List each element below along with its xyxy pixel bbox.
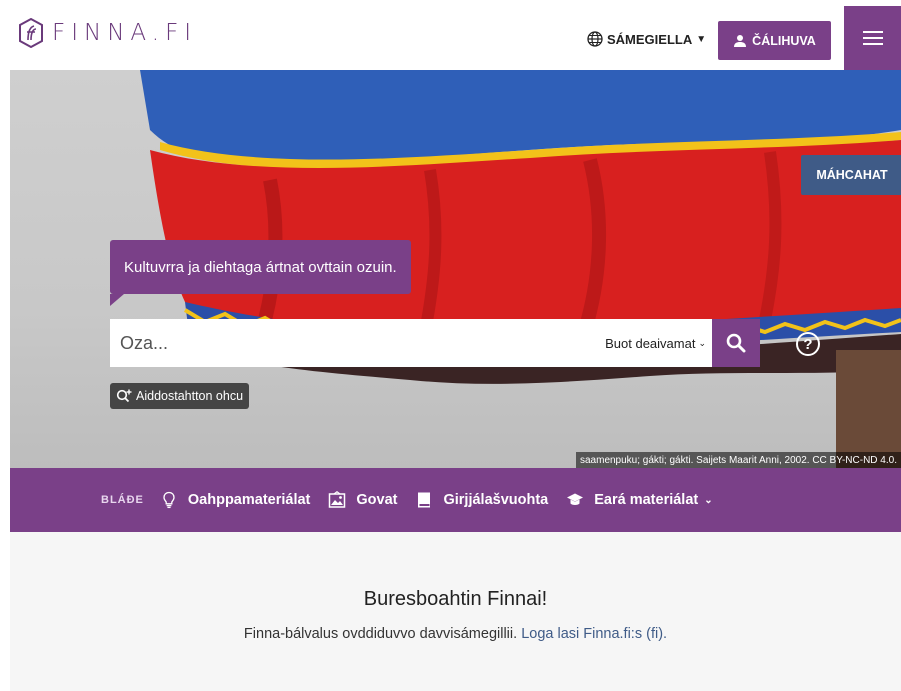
search-icon — [726, 333, 746, 353]
image-credit[interactable]: saamenpuku; gákti; gákti. Saijets Maarit… — [575, 452, 901, 468]
image-icon — [329, 491, 346, 508]
hero-section: MÁHCAHAT Kultuvrra ja diehtaga ártnat ov… — [10, 70, 901, 468]
advanced-search-icon — [116, 389, 132, 403]
read-more-link[interactable]: Loga lasi Finna.fi:s (fi). — [521, 626, 667, 642]
advanced-search-label: Aiddostahtton ohcu — [136, 389, 244, 403]
browse-item-label: Oahppamateriálat — [187, 492, 311, 508]
chevron-down-icon: ⌄ — [698, 337, 706, 348]
browse-item-label: Govat — [356, 492, 398, 508]
search-button[interactable] — [712, 319, 760, 367]
browse-label: BLÁĐE — [101, 494, 144, 506]
search-input[interactable] — [110, 319, 606, 367]
search-help-icon[interactable]: ? — [796, 332, 820, 356]
hamburger-icon — [862, 31, 883, 45]
login-button[interactable]: ČÁLIHUVA — [718, 21, 831, 60]
user-icon — [734, 34, 747, 47]
browse-item-label: Eará materiálat — [594, 492, 699, 508]
browse-item-literature[interactable]: Girjjálašvuohta — [415, 491, 548, 509]
login-label: ČÁLIHUVA — [752, 33, 816, 48]
browse-item-other-materials[interactable]: Eará materiálat ⌄ — [566, 491, 713, 509]
tagline-text: Kultuvrra ja diehtaga ártnat ovttain ozu… — [124, 258, 397, 276]
browse-item-learning-materials[interactable]: Oahppamateriálat — [160, 491, 311, 509]
search-box: Buot deaivamat ⌄ — [110, 319, 712, 367]
search-type-select[interactable]: Buot deaivamat ⌄ — [605, 336, 712, 351]
browse-item-images[interactable]: Govat — [328, 491, 397, 509]
logo-text: FINNA.FI — [52, 20, 198, 46]
graduation-cap-icon — [567, 493, 584, 505]
book-icon — [418, 492, 431, 508]
masterpieces-label: MÁHCAHAT — [816, 168, 888, 182]
finna-logo[interactable]: FINNA.FI — [18, 18, 197, 48]
globe-icon — [587, 31, 603, 47]
site-header: FINNA.FI SÁMEGIELLA ▼ ČÁLIHUVA — [0, 0, 901, 70]
search-type-label: Buot deaivamat — [605, 335, 696, 351]
chevron-down-icon: ▼ — [696, 33, 707, 45]
browse-item-label: Girjjálašvuohta — [443, 492, 549, 508]
chevron-down-icon: ⌄ — [704, 494, 713, 506]
masterpieces-button[interactable]: MÁHCAHAT — [801, 155, 901, 195]
browse-bar: BLÁĐE Oahppamateriálat Govat Girjjálašvu… — [10, 468, 901, 532]
main-menu-button[interactable] — [844, 6, 901, 70]
welcome-title: Buresboahtin Finnai! — [363, 588, 548, 610]
lightbulb-icon — [163, 491, 175, 509]
welcome-text: Finna-bálvalus ovddiduvvo davvisámegilli… — [243, 626, 518, 642]
finna-logo-icon — [19, 18, 43, 48]
image-credit-text: saamenpuku; gákti; gákti. Saijets Maarit… — [579, 454, 897, 466]
language-label: SÁMEGIELLA — [607, 31, 693, 47]
welcome-section: Buresboahtin Finnai! Finna-bálvalus ovdd… — [10, 532, 901, 691]
welcome-text-line: Finna-bálvalus ovddiduvvo davvisámegilli… — [10, 626, 901, 642]
language-selector[interactable]: SÁMEGIELLA ▼ — [587, 31, 706, 47]
advanced-search-button[interactable]: Aiddostahtton ohcu — [110, 383, 250, 409]
hero-tagline: Kultuvrra ja diehtaga ártnat ovttain ozu… — [110, 240, 411, 306]
